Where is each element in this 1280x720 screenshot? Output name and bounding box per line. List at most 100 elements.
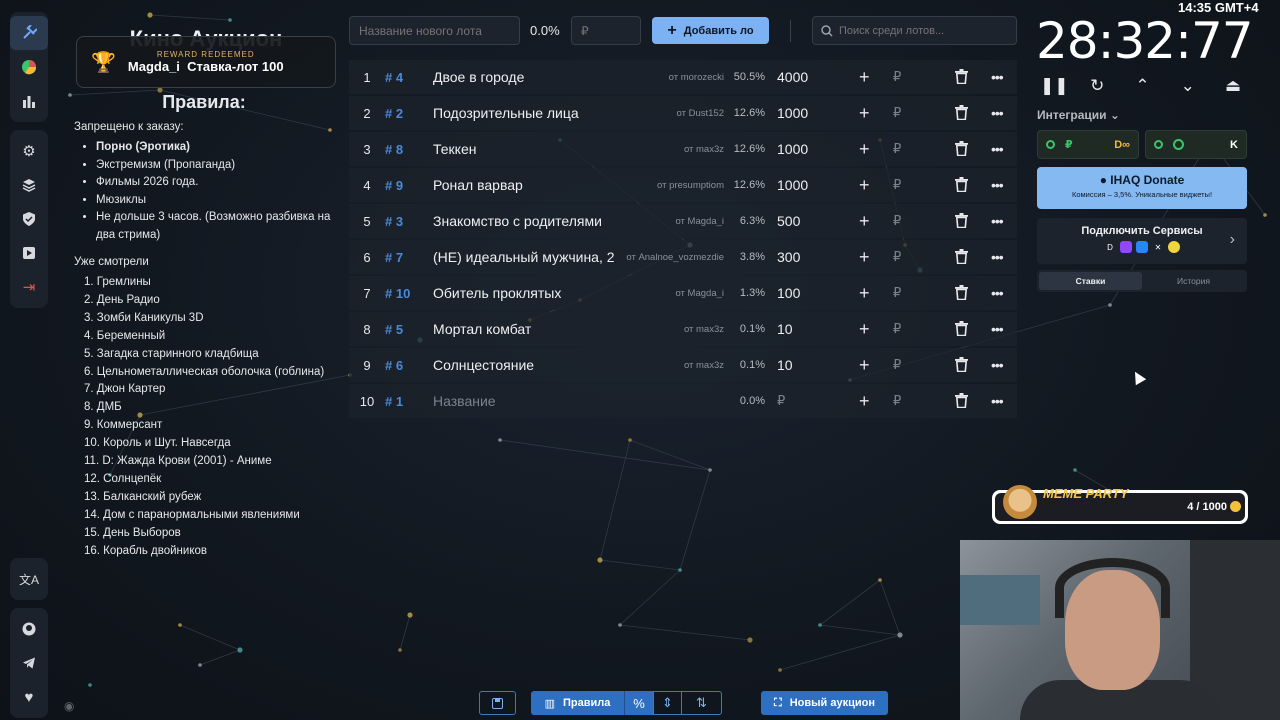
trash-icon[interactable] [955,357,968,377]
percent-toggle-button[interactable]: % [624,691,653,715]
tab-history[interactable]: История [1142,272,1245,290]
trash-icon[interactable] [955,177,968,197]
donate-heart-icon[interactable]: ♥ [10,680,48,714]
add-amount-plus-icon[interactable]: + [859,175,870,196]
new-lot-name-input[interactable] [349,16,520,45]
add-amount-plus-icon[interactable]: + [859,211,870,232]
more-options-icon[interactable]: ••• [991,249,1004,265]
lot-name[interactable]: Название [433,393,623,409]
lot-amount[interactable]: 1000 [777,177,808,193]
trash-icon[interactable] [955,213,968,233]
lot-amount[interactable]: 4000 [777,69,808,85]
lot-name[interactable]: Подозрительные лица [433,105,623,121]
video-library-icon[interactable] [10,236,48,270]
lot-amount[interactable]: 10 [777,357,793,373]
new-lot-price-input[interactable] [571,16,641,45]
stats-icon[interactable] [10,84,48,118]
more-options-icon[interactable]: ••• [991,141,1004,157]
compact-view-icon[interactable]: ⇕ [653,691,682,715]
ruble-input-icon[interactable]: ₽ [893,393,901,409]
add-amount-plus-icon[interactable]: + [859,247,870,268]
lot-name[interactable]: Ронал варвар [433,177,623,193]
trash-icon[interactable] [955,393,968,413]
ruble-input-icon[interactable]: ₽ [893,249,901,265]
chevron-up-icon[interactable]: ⌃ [1131,76,1155,100]
more-options-icon[interactable]: ••• [991,285,1004,301]
chevron-down-icon[interactable]: ⌄ [1176,76,1200,100]
auction-hammer-icon[interactable] [10,16,48,50]
layers-icon[interactable] [10,168,48,202]
lot-amount[interactable]: 10 [777,321,793,337]
more-options-icon[interactable]: ••• [991,357,1004,373]
pause-icon[interactable]: ❚❚ [1040,76,1069,100]
ruble-input-icon[interactable]: ₽ [893,285,901,301]
lot-name[interactable]: Знакомство с родителями [433,213,623,229]
translate-icon[interactable]: 文A [10,562,48,596]
double-chevron-up-icon[interactable]: ⏏ [1221,76,1245,100]
telegram-icon[interactable] [10,646,48,680]
add-amount-plus-icon[interactable]: + [859,319,870,340]
sort-icon[interactable]: ⇅ [682,691,722,715]
lot-amount[interactable]: 1000 [777,105,808,121]
logout-icon[interactable]: ⇥ [10,270,48,304]
bets-history-tabs: Ставки История [1037,270,1247,292]
lot-id: # 6 [385,357,404,373]
tab-bets[interactable]: Ставки [1039,272,1142,290]
trash-icon[interactable] [955,141,968,161]
integration-card-kick[interactable]: K [1145,130,1247,159]
add-amount-plus-icon[interactable]: + [859,67,870,88]
forbidden-item: Не дольше 3 часов. (Возможно разбивка на… [96,209,344,244]
restart-icon[interactable]: ↻ [1085,76,1109,100]
lot-name[interactable]: Обитель проклятых [433,285,623,301]
add-amount-plus-icon[interactable]: + [859,103,870,124]
add-amount-plus-icon[interactable]: + [859,139,870,160]
more-options-icon[interactable]: ••• [991,177,1004,193]
lot-amount[interactable]: 1000 [777,141,808,157]
github-icon[interactable] [10,612,48,646]
save-button[interactable] [479,691,516,715]
add-lot-button[interactable]: + Добавить ло [652,17,769,44]
ruble-input-icon[interactable]: ₽ [893,357,901,373]
ruble-input-icon[interactable]: ₽ [893,69,901,85]
connect-services-button[interactable]: Подключить Сервисы D ✕ › [1037,218,1247,264]
lot-amount[interactable]: 300 [777,249,800,265]
integrations-toggle[interactable]: Интеграции ⌄ [1037,108,1120,122]
lot-amount[interactable]: 500 [777,213,800,229]
more-options-icon[interactable]: ••• [991,105,1004,121]
add-amount-plus-icon[interactable]: + [859,355,870,376]
lot-name[interactable]: Солнцестояние [433,357,623,373]
more-options-icon[interactable]: ••• [991,69,1004,85]
lot-amount[interactable]: 100 [777,285,800,301]
trash-icon[interactable] [955,69,968,89]
lot-percent: 12.6% [733,107,765,119]
ruble-input-icon[interactable]: ₽ [893,177,901,193]
trash-icon[interactable] [955,285,968,305]
ihaq-donate-button[interactable]: ● IHAQ Donate Комиссия – 3,5%. Уникальны… [1037,167,1247,209]
lot-name[interactable]: Двое в городе [433,69,623,85]
vk-icon [1136,241,1148,253]
lot-name[interactable]: (НЕ) идеальный мужчина, 2 [433,249,623,265]
lot-amount[interactable]: ₽ [777,393,785,409]
wheel-icon[interactable] [10,50,48,84]
new-auction-button[interactable]: ⛶ Новый аукцион [761,691,888,715]
lot-name[interactable]: Мортал комбат [433,321,623,337]
shield-icon[interactable] [10,202,48,236]
more-options-icon[interactable]: ••• [991,321,1004,337]
more-options-icon[interactable]: ••• [991,393,1004,409]
rules-toggle-button[interactable]: ▥ Правила [531,691,624,715]
integration-card-donatepay[interactable]: ₽ D∞ [1037,130,1139,159]
search-input[interactable] [839,24,1009,37]
more-options-icon[interactable]: ••• [991,213,1004,229]
lot-position: 8 [363,321,371,337]
ruble-input-icon[interactable]: ₽ [893,105,901,121]
lot-name[interactable]: Теккен [433,141,623,157]
trash-icon[interactable] [955,249,968,269]
trash-icon[interactable] [955,321,968,341]
trash-icon[interactable] [955,105,968,125]
add-amount-plus-icon[interactable]: + [859,391,870,412]
ruble-input-icon[interactable]: ₽ [893,213,901,229]
gear-icon[interactable]: ⚙ [10,134,48,168]
add-amount-plus-icon[interactable]: + [859,283,870,304]
ruble-input-icon[interactable]: ₽ [893,321,901,337]
ruble-input-icon[interactable]: ₽ [893,141,901,157]
